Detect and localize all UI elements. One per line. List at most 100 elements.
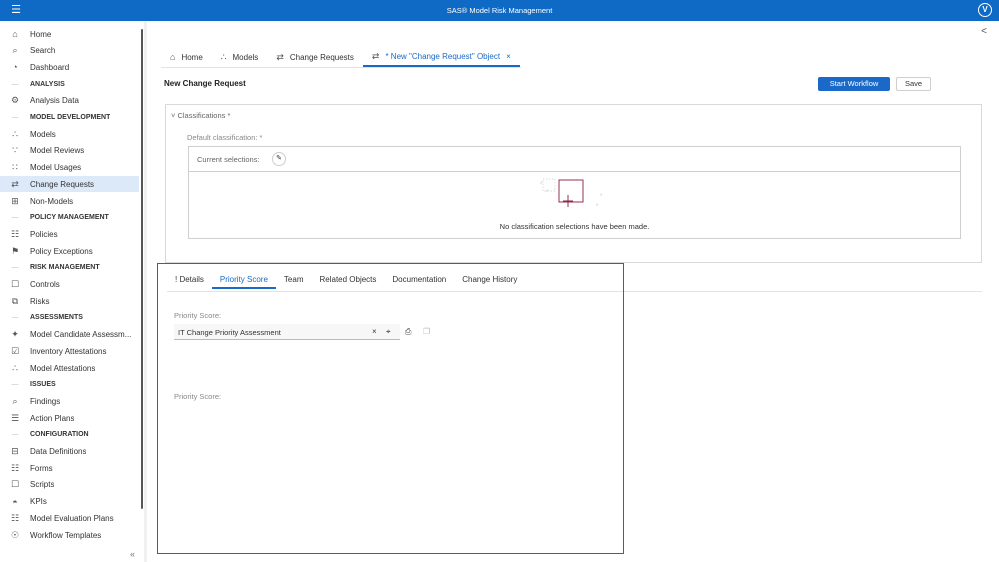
section-divider: — [11,80,19,88]
sidebar-item-change-requests[interactable]: ⇄ Change Requests [0,176,139,193]
empty-state-illustration-icon [540,178,603,207]
sidebar-item-label: Data Definitions [30,447,87,456]
start-workflow-button[interactable]: Start Workflow [818,77,890,91]
sidebar-section-label: ANALYSIS [30,80,65,88]
action-plans-icon: ☰ [10,412,20,423]
classifications-toggle[interactable]: ˅ Classifications * [171,111,230,120]
section-divider: — [11,314,19,322]
home-icon: ⌂ [170,52,176,62]
sidebar-section-model-development: — MODEL DEVELOPMENT [0,110,139,126]
tab-new-change-request[interactable]: ⇄ * New "Change Request" Object × [362,47,520,67]
sidebar-item-data-definitions[interactable]: ⊟ Data Definitions [0,444,139,460]
sidebar-item-model-evaluation-plans[interactable]: ☷ Model Evaluation Plans [0,510,139,526]
dtab-related-objects[interactable]: Related Objects [311,271,384,289]
tab-label: * New "Change Request" Object [385,51,501,61]
sidebar-item-label: Risks [30,296,50,306]
sidebar-scrollbar[interactable] [141,29,143,509]
user-avatar[interactable]: V [978,3,992,17]
sidebar-section-label: CONFIGURATION [30,431,89,439]
sidebar-item-analysis-data[interactable]: ⚙ Analysis Data [0,93,139,109]
sidebar-item-model-candidate-assessm[interactable]: ✦ Model Candidate Assessm... [0,327,139,343]
tab-change-requests[interactable]: ⇄ Change Requests [267,47,363,67]
sidebar-section-label: POLICY MANAGEMENT [30,214,109,222]
sidebar-item-label: Action Plans [30,413,75,423]
dtab-details[interactable]: ! Details [167,271,212,289]
share-icon[interactable]: < [981,26,987,37]
sidebar-section-label: ASSESSMENTS [30,314,83,322]
risks-icon: ⧉ [11,295,19,306]
section-divider: — [11,214,19,222]
sidebar-item-label: Model Attestations [30,363,96,373]
model-usages-icon: ∷ [12,162,18,173]
analysis-data-icon: ⚙ [10,95,20,106]
sidebar-item-label: Scripts [30,480,55,490]
default-classification-label: Default classification: * [187,133,263,142]
clear-icon[interactable]: × [372,327,377,336]
priority-score-label-2: Priority Score: [174,392,222,401]
sidebar-item-home[interactable]: ⌂ Home [0,26,139,42]
sidebar-item-models[interactable]: ∴ Models [0,126,139,142]
dtab-documentation[interactable]: Documentation [384,271,454,289]
priority-score-field[interactable]: IT Change Priority Assessment × ⌖ [174,324,400,340]
sidebar-item-label: Workflow Templates [30,530,102,540]
sidebar-section-configuration: — CONFIGURATION [0,427,139,443]
sidebar-item-label: Policy Exceptions [30,246,93,256]
sidebar-item-findings[interactable]: ⌕ Findings [0,393,139,409]
tab-home[interactable]: ⌂ Home [161,47,212,67]
empty-state-message: No classification selections have been m… [499,222,650,231]
close-tab-icon[interactable]: × [506,52,511,61]
sidebar: « ⌂ Home ⌕ Search ◔ Dashboard — ANALYSIS ⚙ Analys… [0,21,144,562]
sidebar-item-policies[interactable]: ☷ Policies [0,226,139,242]
sidebar-item-risks[interactable]: ⧉ Risks [0,293,139,309]
sidebar-section-label: RISK MANAGEMENT [30,264,100,272]
sidebar-item-label: Model Candidate Assessm... [30,330,132,340]
models-icon: ∴ [220,51,227,62]
current-selections-row: Current selections: ✎ [189,147,960,172]
inventory-attestations-icon: ☑ [10,345,20,356]
classifications-section: ˅ Classifications * Default classificati… [165,104,982,263]
select-object-icon[interactable]: ⌖ [386,327,391,337]
object-tabs: ⌂ Home ∴ Models ⇄ Change Requests ⇄ * New "Chan… [161,47,520,67]
sidebar-item-non-models[interactable]: ⊞ Non-Models [0,193,139,209]
sidebar-item-model-reviews[interactable]: ∵ Model Reviews [0,143,139,159]
policy-exceptions-icon: ⚑ [10,245,20,256]
sidebar-section-policy-management: — POLICY MANAGEMENT [0,210,139,226]
model-attestations-icon: ∴ [12,362,18,373]
model-evaluation-plans-icon: ☷ [10,512,20,523]
sidebar-item-inventory-attestations[interactable]: ☑ Inventory Attestations [0,343,139,359]
kpis-icon: ◓ [12,496,18,507]
sidebar-item-controls[interactable]: ☐ Controls [0,277,139,293]
dtab-change-history[interactable]: Change History [454,271,525,289]
sidebar-item-search[interactable]: ⌕ Search [0,43,139,59]
sidebar-section-label: ISSUES [30,381,56,389]
tab-models[interactable]: ∴ Models [212,47,268,67]
sidebar-item-action-plans[interactable]: ☰ Action Plans [0,410,139,426]
tab-label: Change Requests [289,52,354,62]
sidebar-item-kpis[interactable]: ◓ KPIs [0,494,139,510]
priority-score-value: IT Change Priority Assessment [178,328,281,337]
models-icon: ∴ [12,128,18,139]
model-reviews-icon: ∵ [12,145,18,156]
search-icon: ⌕ [12,45,18,56]
sidebar-item-scripts[interactable]: ☐ Scripts [0,477,139,493]
sidebar-item-model-usages[interactable]: ∷ Model Usages [0,160,139,176]
dtab-priority-score[interactable]: Priority Score [211,271,276,289]
save-button[interactable]: Save [896,77,931,91]
open-object-icon[interactable]: ⎙ [405,327,411,337]
sidebar-section-label: MODEL DEVELOPMENT [30,114,111,121]
sidebar-item-label: Search [30,46,56,56]
sidebar-item-dashboard[interactable]: ◔ Dashboard [0,59,139,75]
sidebar-item-workflow-templates[interactable]: ☉ Workflow Templates [0,527,139,543]
dtab-team[interactable]: Team [276,271,312,289]
scripts-icon: ☐ [10,479,20,490]
detail-tabs: ! Details Priority Score Team Related Objec… [167,271,525,289]
sidebar-item-forms[interactable]: ☷ Forms [0,460,139,476]
sidebar-item-policy-exceptions[interactable]: ⚑ Policy Exceptions [0,243,139,259]
policies-icon: ☷ [10,228,20,239]
sidebar-section-risk-management: — RISK MANAGEMENT [0,260,139,276]
controls-icon: ☐ [10,279,20,289]
collapse-sidebar-icon[interactable]: « [130,549,135,559]
main-content: < ⌂ Home ∴ Models ⇄ Change Requests ⇄ * New "Ch… [147,21,999,562]
sidebar-item-model-attestations[interactable]: ∴ Model Attestations [0,360,139,376]
edit-pencil-icon[interactable]: ✎ [272,152,286,166]
